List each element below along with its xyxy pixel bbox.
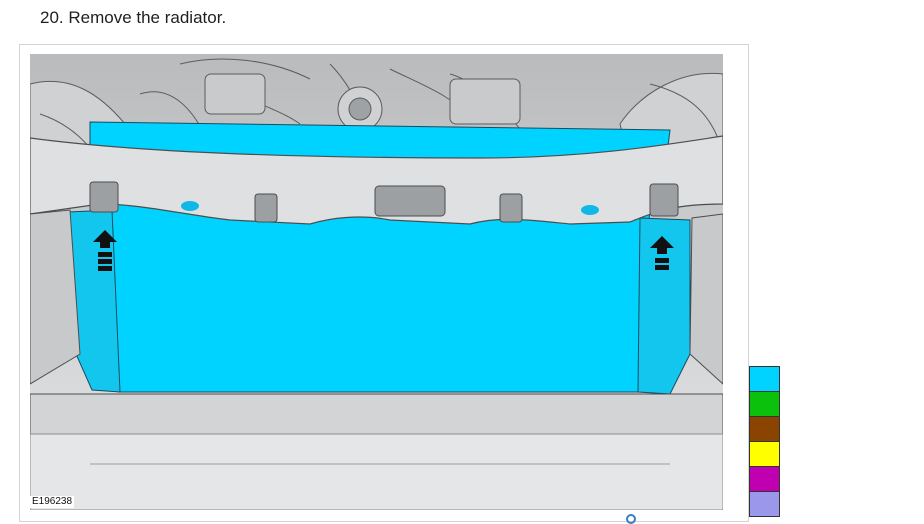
radiator-illustration xyxy=(30,54,723,510)
lower-shield xyxy=(30,433,723,510)
color-swatch xyxy=(749,491,780,517)
color-swatch xyxy=(749,466,780,492)
color-swatch xyxy=(749,391,780,417)
step-instruction: 20. Remove the radiator. xyxy=(40,8,227,27)
color-swatch xyxy=(749,416,780,442)
color-legend xyxy=(749,366,780,517)
radiator-drawing xyxy=(30,54,723,510)
figure-id-label: E196238 xyxy=(30,496,75,508)
loading-indicator-icon xyxy=(626,514,636,524)
color-swatch xyxy=(749,366,780,392)
radiator-core xyxy=(109,203,651,393)
color-swatch xyxy=(749,441,780,467)
lower-crossmember xyxy=(30,393,723,435)
